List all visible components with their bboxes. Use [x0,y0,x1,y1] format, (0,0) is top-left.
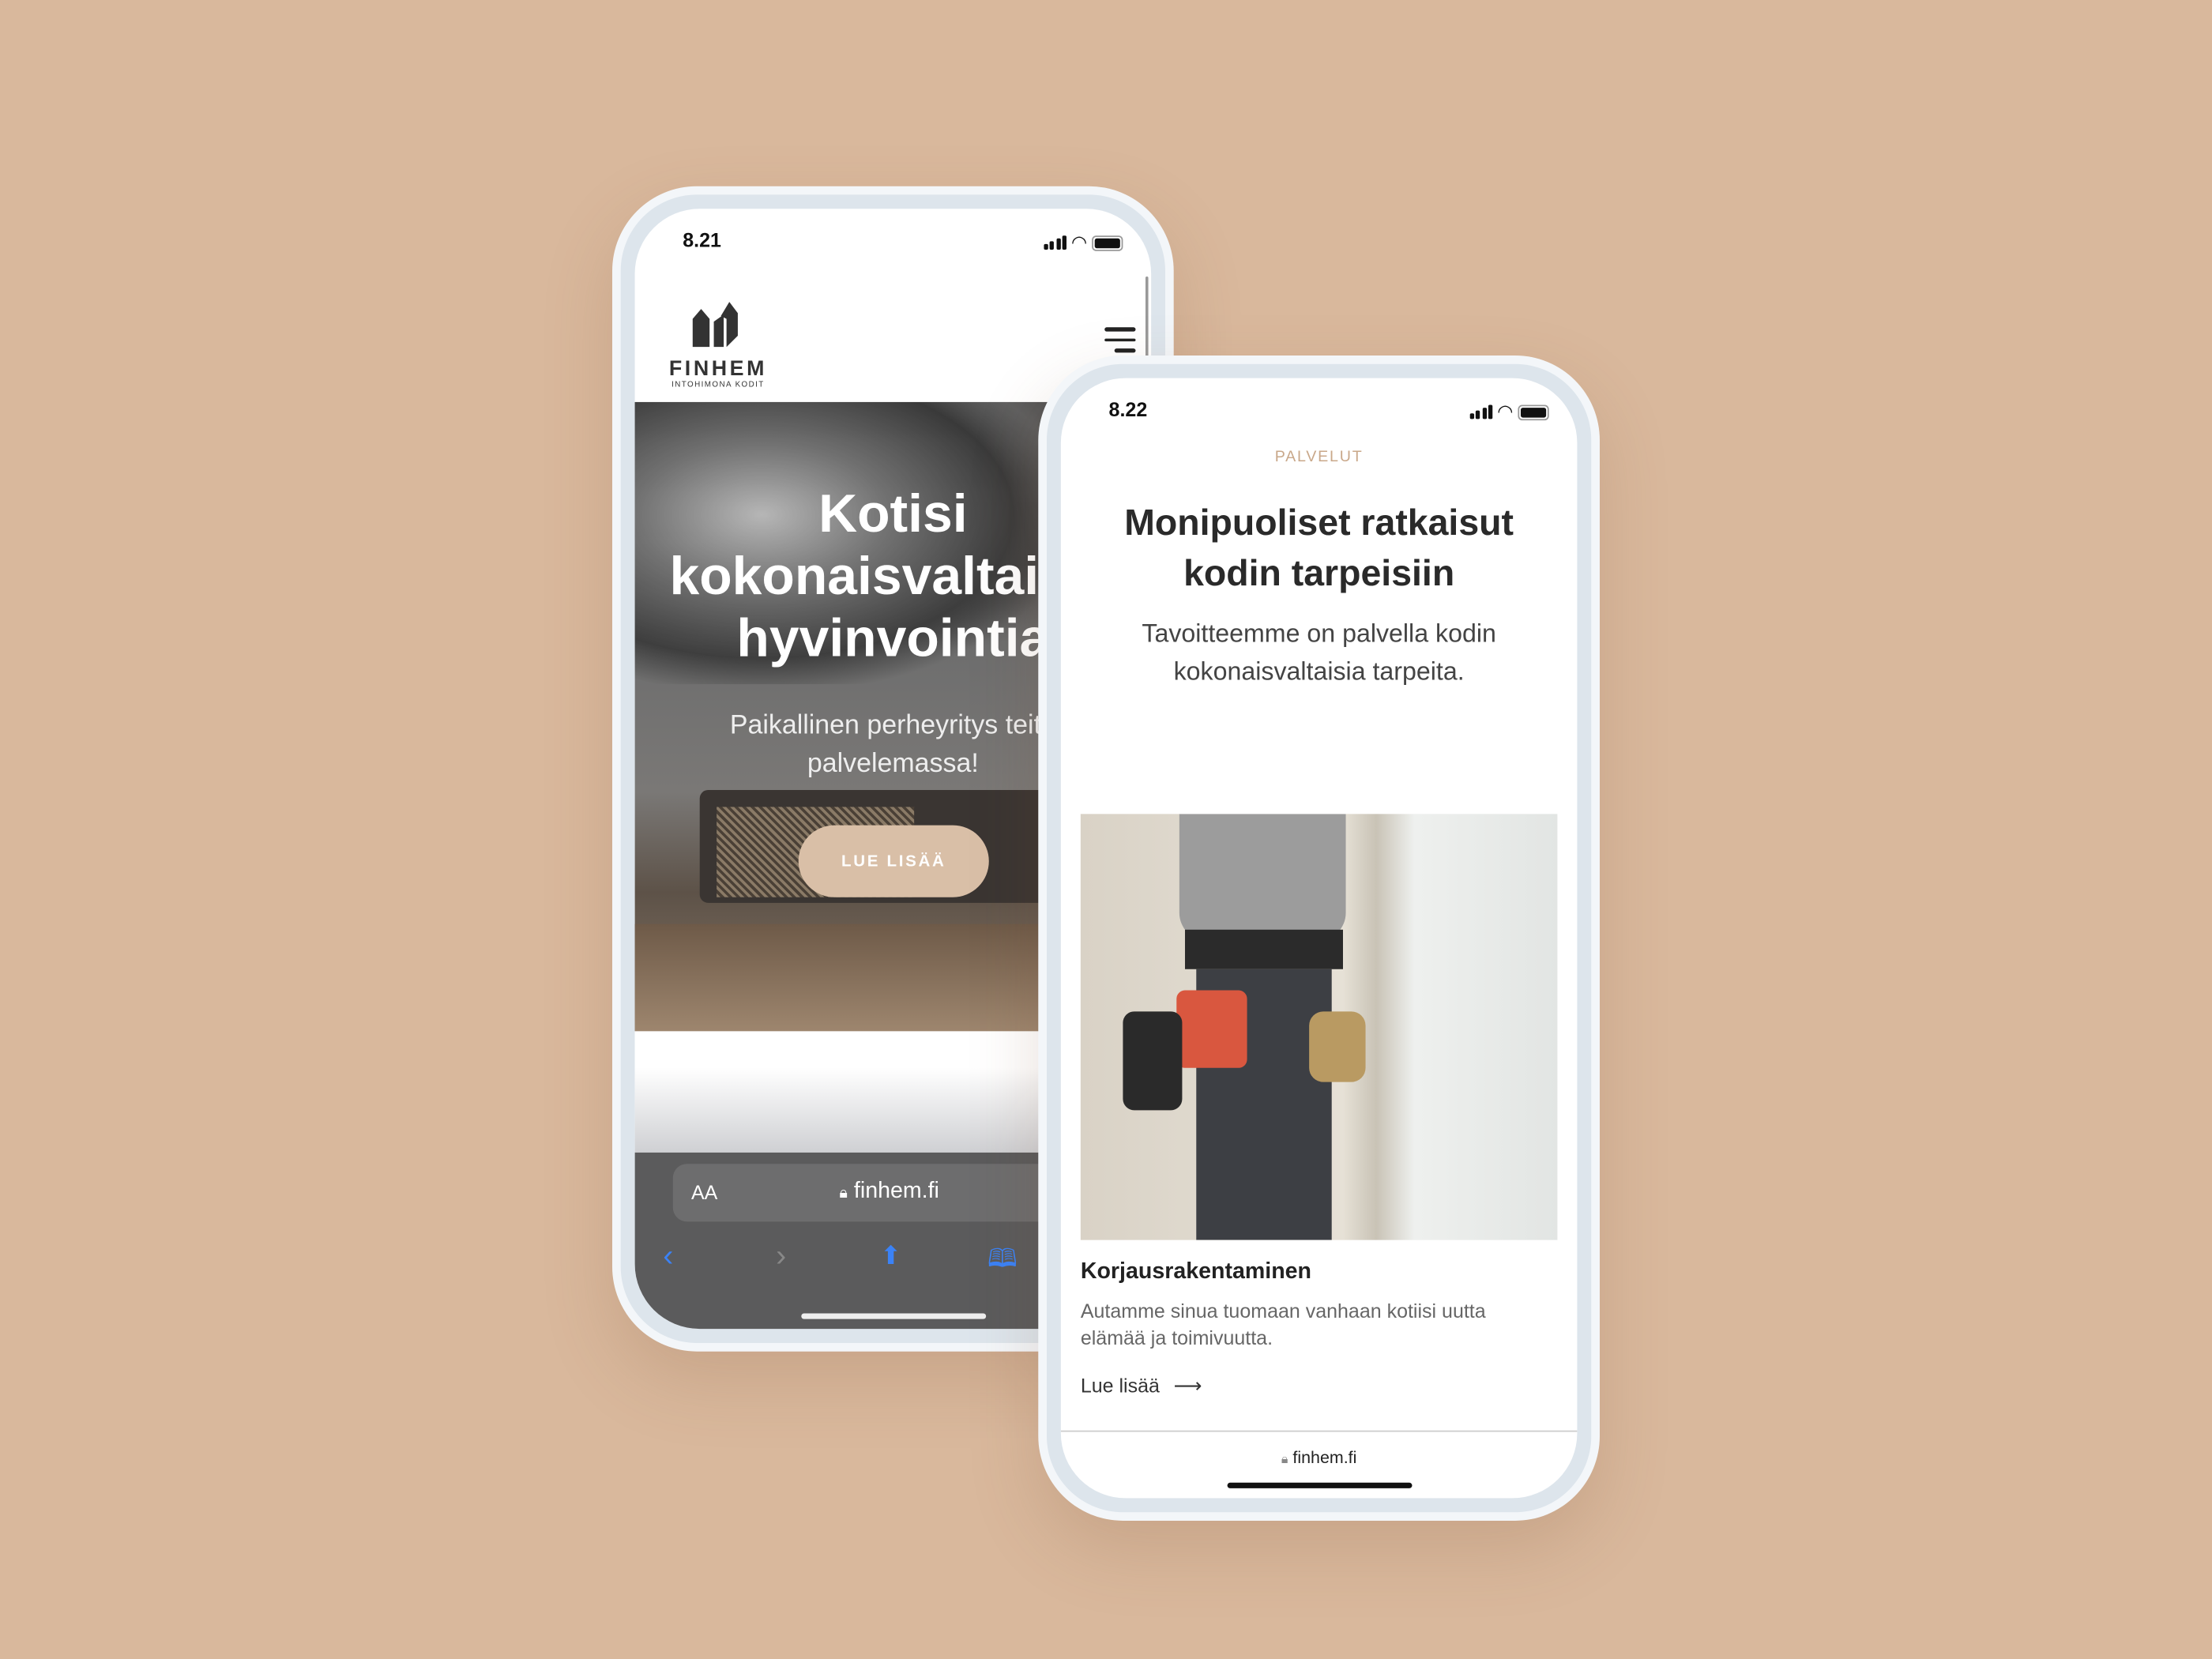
service-read-more-link[interactable]: Lue lisää ⟶ [1081,1374,1202,1398]
phone-screen: 8.22 ◠ PALVELUT Monipuoliset ratkaisut k… [1060,378,1578,1499]
logo-brand: FINHEM [668,356,767,382]
phone-mockup-services: 8.22 ◠ PALVELUT Monipuoliset ratkaisut k… [1038,355,1600,1521]
share-icon[interactable]: ⬆︎ [880,1241,901,1270]
section-intro: Tavoitteemme on palvella kodin kokonaisv… [1061,615,1578,691]
status-time: 8.22 [1108,397,1148,421]
intro-line: kokonaisvaltaisia tarpeita. [1173,657,1465,686]
section-eyebrow: PALVELUT [1274,448,1364,466]
lock-icon: 🔒︎ [1281,1451,1288,1466]
signal-icon [1043,235,1066,250]
intro-line: Tavoitteemme on palvella kodin [1142,619,1496,648]
arrow-right-icon: ⟶ [1173,1374,1202,1397]
link-label: Lue lisää [1080,1374,1160,1397]
battery-icon [1518,404,1549,420]
photo-drill [1123,1011,1183,1111]
wifi-icon: ◠ [1072,231,1086,253]
url-text: finhem.fi [853,1179,939,1204]
read-more-button[interactable]: LUE LISÄÄ [798,825,989,897]
lock-icon: 🔒︎ [839,1184,848,1202]
signal-icon [1469,404,1493,419]
service-title: Korjausrakentaminen [1080,1259,1312,1284]
section-heading: Monipuoliset ratkaisut kodin tarpeisiin [1061,497,1578,599]
battery-icon [1092,235,1123,250]
hero-subtitle-line: Paikallinen perheyritys teitä [729,710,1056,741]
divider [1060,1430,1578,1432]
heading-line: Monipuoliset ratkaisut [1124,500,1514,544]
scrollbar[interactable] [1145,276,1149,362]
logo-tagline: INTOHIMONA KODIT [672,381,765,389]
photo-shirt [1179,814,1346,942]
back-icon[interactable]: ‹ [663,1237,673,1273]
photo-gloves [1309,1011,1366,1082]
service-photo [1080,814,1558,1240]
hero-subtitle-line: palvelemassa! [807,749,979,779]
service-description: Autamme sinua tuomaan vanhaan kotiisi uu… [1080,1299,1486,1349]
hamburger-menu-icon[interactable] [1104,327,1136,359]
status-time: 8.21 [683,228,721,251]
photo-belt [1184,929,1343,969]
home-indicator[interactable] [1227,1482,1413,1488]
forward-icon[interactable]: › [776,1237,786,1273]
url-text: finhem.fi [1292,1447,1357,1468]
wifi-icon: ◠ [1498,401,1513,422]
home-indicator[interactable] [801,1313,987,1319]
text-size-button[interactable]: AA [691,1181,717,1204]
status-bar: 8.22 ◠ [1109,398,1549,427]
heading-line: kodin tarpeisiin [1183,551,1455,594]
photo-tool-pouch [1176,990,1247,1068]
address-bar[interactable]: 🔒︎ finhem.fi [1061,1447,1578,1467]
finhem-logo[interactable]: FINHEM INTOHIMONA KODIT [659,302,777,389]
bookmarks-icon[interactable]: 🕮︎ [988,1241,1018,1284]
status-bar: 8.21 ◠ [683,228,1123,257]
house-logo-icon [692,302,738,348]
